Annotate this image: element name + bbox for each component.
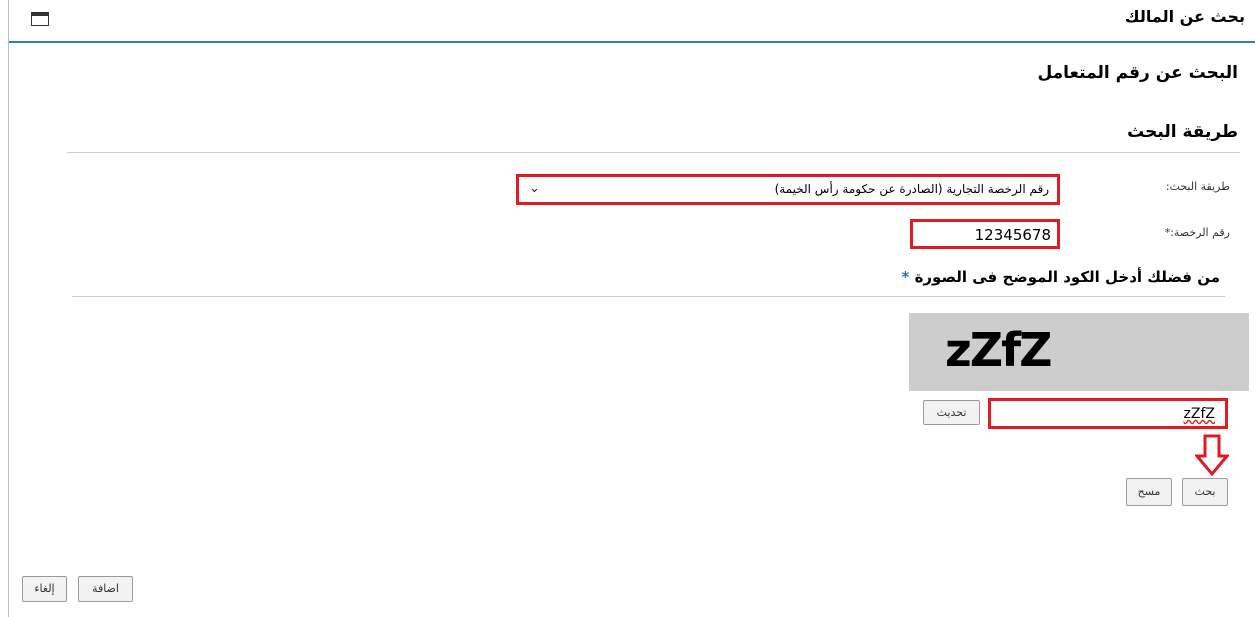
captcha-prompt: من فضلك أدخل الكود الموضح فى الصورة * xyxy=(901,268,1220,286)
frame-border xyxy=(8,0,9,617)
chevron-down-icon: ⌄ xyxy=(529,181,540,196)
clear-button[interactable]: مسح xyxy=(1126,478,1172,506)
divider xyxy=(67,152,1240,153)
refresh-captcha-button[interactable]: تحديث xyxy=(923,400,980,425)
license-number-input[interactable]: 12345678 xyxy=(910,219,1060,249)
add-button[interactable]: اضافة xyxy=(78,576,133,602)
header-divider xyxy=(9,41,1255,43)
method-heading: طريقة البحث xyxy=(1127,122,1238,142)
arrow-down-icon xyxy=(1195,434,1229,476)
license-label-text: رقم الرخصة: xyxy=(1170,226,1230,239)
window-icon[interactable] xyxy=(31,12,49,26)
section-heading: البحث عن رقم المتعامل xyxy=(1037,63,1238,83)
captcha-image-text: zZfZ xyxy=(945,323,1052,377)
required-star-icon: * xyxy=(901,268,910,286)
captcha-input[interactable]: zZfZ xyxy=(988,398,1228,429)
search-method-select[interactable]: رقم الرخصة التجارية (الصادرة عن حكومة رأ… xyxy=(516,174,1060,205)
captcha-input-value: zZfZ xyxy=(1183,406,1215,422)
captcha-image: zZfZ xyxy=(909,313,1249,391)
search-method-value: رقم الرخصة التجارية (الصادرة عن حكومة رأ… xyxy=(774,182,1049,196)
divider xyxy=(72,296,1225,297)
search-method-label: طريقة البحث: xyxy=(1165,180,1230,193)
license-number-value: 12345678 xyxy=(974,226,1051,244)
captcha-prompt-text: من فضلك أدخل الكود الموضح فى الصورة xyxy=(914,268,1220,286)
license-number-label: رقم الرخصة:* xyxy=(1165,226,1230,239)
search-button[interactable]: بحث xyxy=(1182,478,1228,506)
window-title: بحث عن المالك xyxy=(1124,7,1245,26)
window-header: بحث عن المالك xyxy=(9,0,1255,42)
cancel-button[interactable]: إلغاء xyxy=(22,576,67,602)
